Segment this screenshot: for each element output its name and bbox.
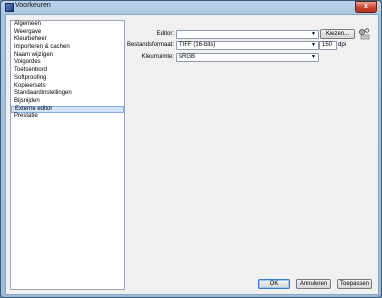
category-item-importeren[interactable]: Importeren & cachen — [11, 44, 124, 52]
category-item-prestatie[interactable]: Prestatie — [11, 113, 124, 121]
file-format-label: Bestandsformaat: — [126, 42, 174, 48]
window-title: Voorkeuren — [15, 2, 51, 9]
category-item-softproofing[interactable]: Softproofing — [11, 75, 124, 83]
external-editor-icon[interactable] — [358, 27, 371, 40]
preferences-window: Voorkeuren x Algemeen Weergave Kleurbehe… — [0, 0, 382, 298]
color-space-label: Kleurruimte: — [141, 54, 174, 60]
dropdown-arrow-icon: ▼ — [311, 31, 316, 37]
dialog-body: Algemeen Weergave Kleurbeheer Importeren… — [5, 14, 379, 295]
apply-button[interactable]: Toepassen — [337, 279, 372, 289]
category-item-externe-editor[interactable]: Externe editor — [11, 105, 124, 114]
dropdown-arrow-icon: ▼ — [311, 54, 316, 60]
close-button[interactable]: x — [355, 1, 377, 13]
color-space-dropdown[interactable]: sRGB ▼ — [176, 53, 319, 62]
ok-button[interactable]: OK — [258, 279, 290, 289]
category-item-toetsenbord[interactable]: Toetsenbord — [11, 67, 124, 75]
editor-label: Editor: — [156, 31, 174, 37]
file-format-dropdown[interactable]: TIFF (16-bits) ▼ — [176, 41, 319, 50]
title-bar[interactable]: Voorkeuren x — [1, 1, 381, 13]
dpi-unit-label: dpi — [338, 42, 347, 48]
category-item-kopieersets[interactable]: Kopieersets — [11, 83, 124, 91]
dpi-input[interactable]: 150 — [319, 41, 337, 50]
category-item-standaardinstellingen[interactable]: Standaardinstellingen — [11, 90, 124, 98]
cancel-button[interactable]: Annuleren — [296, 279, 331, 289]
category-item-weergave[interactable]: Weergave — [11, 29, 124, 37]
category-item-algemeen[interactable]: Algemeen — [11, 21, 124, 29]
category-item-bijsnijden[interactable]: Bijsnijden — [11, 98, 124, 106]
app-icon — [5, 3, 14, 12]
dropdown-arrow-icon: ▼ — [311, 42, 316, 48]
editor-dropdown[interactable]: ▼ — [176, 30, 319, 39]
choose-editor-button[interactable]: Kiezen... — [320, 29, 355, 39]
color-space-value: sRGB — [179, 54, 196, 60]
category-item-volgordes[interactable]: Volgordes — [11, 59, 124, 67]
category-item-naam-wijzigen[interactable]: Naam wijzigen — [11, 52, 124, 60]
file-format-value: TIFF (16-bits) — [179, 42, 216, 48]
category-list[interactable]: Algemeen Weergave Kleurbeheer Importeren… — [10, 20, 125, 290]
category-item-kleurbeheer[interactable]: Kleurbeheer — [11, 36, 124, 44]
